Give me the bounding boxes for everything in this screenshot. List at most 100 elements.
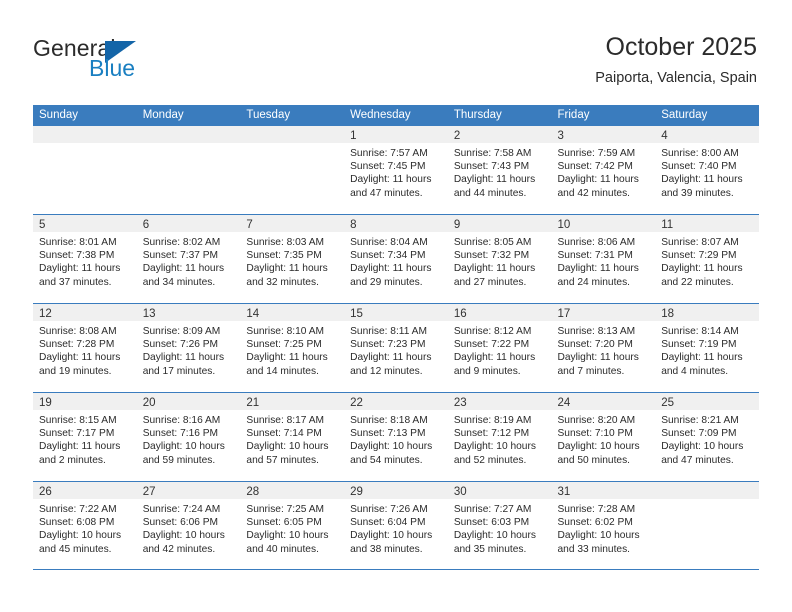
day-info: Sunrise: 8:15 AM Sunset: 7:17 PM Daylight:… (33, 410, 137, 467)
date-band: 4 (655, 126, 759, 143)
day-info: Sunrise: 8:09 AM Sunset: 7:26 PM Daylight:… (137, 321, 241, 378)
day-cell-17[interactable]: 17 Sunrise: 8:13 AM Sunset: 7:20 PM Dayligh… (551, 304, 656, 392)
daylight-text: Daylight: 11 hours and 9 minutes. (453, 352, 536, 377)
day-cell-20[interactable]: 20 Sunrise: 8:16 AM Sunset: 7:16 PM Dayligh… (136, 393, 241, 481)
date-band (655, 482, 759, 499)
date-band: 17 (551, 304, 656, 321)
day-cell-13[interactable]: 13 Sunrise: 8:09 AM Sunset: 7:26 PM Dayligh… (136, 304, 241, 392)
day-cell-15[interactable]: 15 Sunrise: 8:11 AM Sunset: 7:23 PM Dayligh… (344, 304, 448, 392)
day-info: Sunrise: 8:06 AM Sunset: 7:31 PM Daylight:… (552, 232, 656, 289)
day-cell-6[interactable]: 6 Sunrise: 8:02 AM Sunset: 7:37 PM Daylight… (136, 215, 241, 303)
sunrise-text: Sunrise: 7:28 AM (557, 504, 636, 515)
date-band: 24 (551, 393, 656, 410)
day-cell-14[interactable]: 14 Sunrise: 8:10 AM Sunset: 7:25 PM Dayligh… (240, 304, 345, 392)
day-info: Sunrise: 8:17 AM Sunset: 7:14 PM Daylight:… (240, 410, 344, 467)
date-number: 24 (557, 397, 571, 409)
daylight-text: Daylight: 10 hours and 54 minutes. (350, 441, 433, 466)
weekday-header-tuesday: Tuesday (246, 109, 291, 121)
date-band: 8 (344, 215, 448, 232)
day-cell-4[interactable]: 4 Sunrise: 8:00 AM Sunset: 7:40 PM Daylight… (655, 126, 759, 214)
day-cell-18[interactable]: 18 Sunrise: 8:14 AM Sunset: 7:19 PM Dayligh… (655, 304, 759, 392)
page-header: General Blue October 2025 Paiporta, Vale… (0, 0, 792, 105)
sunset-text: Sunset: 7:45 PM (350, 161, 426, 173)
sunset-text: Sunset: 7:12 PM (453, 428, 530, 440)
date-band: 20 (136, 393, 241, 410)
sunset-text: Sunset: 6:05 PM (246, 517, 322, 529)
day-cell-23[interactable]: 23 Sunrise: 8:19 AM Sunset: 7:12 PM Dayligh… (447, 393, 552, 481)
day-cell-1[interactable]: 1 Sunrise: 7:57 AM Sunset: 7:45 PM Daylight… (344, 126, 448, 214)
brand-logo[interactable]: General Blue (33, 36, 263, 92)
sunset-text: Sunset: 7:42 PM (557, 161, 633, 173)
sunset-text: Sunset: 7:22 PM (453, 339, 530, 351)
day-info: Sunrise: 8:12 AM Sunset: 7:22 PM Daylight:… (448, 321, 552, 378)
page-subtitle: Paiporta, Valencia, Spain (595, 70, 757, 86)
day-cell-21[interactable]: 21 Sunrise: 8:17 AM Sunset: 7:14 PM Dayligh… (240, 393, 345, 481)
day-info: Sunrise: 8:07 AM Sunset: 7:29 PM Daylight:… (655, 232, 759, 289)
calendar-week-row: 1 Sunrise: 7:57 AM Sunset: 7:45 PM Daylight… (33, 125, 759, 214)
sunset-text: Sunset: 7:34 PM (350, 250, 426, 262)
day-cell-25[interactable]: 25 Sunrise: 8:21 AM Sunset: 7:09 PM Dayligh… (655, 393, 759, 481)
day-cell-5[interactable]: 5 Sunrise: 8:01 AM Sunset: 7:38 PM Daylight… (33, 215, 137, 303)
daylight-text: Daylight: 10 hours and 47 minutes. (661, 441, 744, 466)
day-cell-31[interactable]: 31 Sunrise: 7:28 AM Sunset: 6:02 PM Dayligh… (551, 482, 656, 569)
day-cell-10[interactable]: 10 Sunrise: 8:06 AM Sunset: 7:31 PM Dayligh… (551, 215, 656, 303)
day-info: Sunrise: 7:26 AM Sunset: 6:04 PM Daylight:… (344, 499, 448, 556)
day-cell-28[interactable]: 28 Sunrise: 7:25 AM Sunset: 6:05 PM Dayligh… (240, 482, 345, 569)
day-cell-11[interactable]: 11 Sunrise: 8:07 AM Sunset: 7:29 PM Dayligh… (655, 215, 759, 303)
sunset-text: Sunset: 7:37 PM (142, 250, 219, 262)
day-cell-22[interactable]: 22 Sunrise: 8:18 AM Sunset: 7:13 PM Dayligh… (344, 393, 448, 481)
date-number: 12 (39, 308, 52, 320)
sunset-text: Sunset: 7:38 PM (39, 250, 115, 262)
sunset-text: Sunset: 7:16 PM (142, 428, 219, 440)
date-number: 25 (661, 397, 675, 409)
date-number: 28 (246, 486, 260, 498)
daylight-text: Daylight: 11 hours and 24 minutes. (557, 263, 639, 288)
sunset-text: Sunset: 7:13 PM (350, 428, 426, 440)
day-cell-19[interactable]: 19 Sunrise: 8:15 AM Sunset: 7:17 PM Dayligh… (33, 393, 137, 481)
daylight-text: Daylight: 11 hours and 37 minutes. (39, 263, 121, 288)
date-number: 1 (350, 130, 357, 142)
date-band: 15 (344, 304, 448, 321)
day-cell-2[interactable]: 2 Sunrise: 7:58 AM Sunset: 7:43 PM Daylight… (447, 126, 552, 214)
weekday-header-wednesday: Wednesday (350, 109, 411, 121)
calendar-week-row: 12 Sunrise: 8:08 AM Sunset: 7:28 PM Dayligh… (33, 303, 759, 392)
sunset-text: Sunset: 7:40 PM (661, 161, 737, 173)
sunrise-text: Sunrise: 8:16 AM (142, 415, 221, 426)
day-cell-12[interactable]: 12 Sunrise: 8:08 AM Sunset: 7:28 PM Dayligh… (33, 304, 137, 392)
day-cell-16[interactable]: 16 Sunrise: 8:12 AM Sunset: 7:22 PM Dayligh… (447, 304, 552, 392)
date-band (33, 126, 137, 143)
date-number: 18 (661, 308, 675, 320)
daylight-text: Daylight: 11 hours and 42 minutes. (557, 174, 639, 199)
day-cell-30[interactable]: 30 Sunrise: 7:27 AM Sunset: 6:03 PM Dayligh… (447, 482, 552, 569)
sunset-text: Sunset: 7:29 PM (661, 250, 737, 262)
day-cell-29[interactable]: 29 Sunrise: 7:26 AM Sunset: 6:04 PM Dayligh… (344, 482, 448, 569)
day-cell-26[interactable]: 26 Sunrise: 7:22 AM Sunset: 6:08 PM Dayligh… (33, 482, 137, 569)
day-cell-8[interactable]: 8 Sunrise: 8:04 AM Sunset: 7:34 PM Daylight… (344, 215, 448, 303)
date-band: 12 (33, 304, 137, 321)
day-info: Sunrise: 8:11 AM Sunset: 7:23 PM Daylight:… (344, 321, 448, 378)
day-info: Sunrise: 8:20 AM Sunset: 7:10 PM Daylight:… (552, 410, 656, 467)
date-band: 7 (240, 215, 345, 232)
daylight-text: Daylight: 10 hours and 52 minutes. (453, 441, 536, 466)
day-cell-7[interactable]: 7 Sunrise: 8:03 AM Sunset: 7:35 PM Daylight… (240, 215, 345, 303)
daylight-text: Daylight: 11 hours and 44 minutes. (453, 174, 536, 199)
sunset-text: Sunset: 6:03 PM (453, 517, 530, 529)
day-cell-24[interactable]: 24 Sunrise: 8:20 AM Sunset: 7:10 PM Dayligh… (551, 393, 656, 481)
date-band: 13 (136, 304, 241, 321)
day-cell-9[interactable]: 9 Sunrise: 8:05 AM Sunset: 7:32 PM Daylight… (447, 215, 552, 303)
date-number: 6 (142, 219, 150, 231)
day-cell-27[interactable]: 27 Sunrise: 7:24 AM Sunset: 6:06 PM Dayligh… (136, 482, 241, 569)
sunset-text: Sunset: 7:32 PM (453, 250, 530, 262)
date-band: 1 (344, 126, 448, 143)
date-number: 29 (350, 486, 363, 498)
day-info: Sunrise: 8:19 AM Sunset: 7:12 PM Daylight:… (448, 410, 552, 467)
day-info: Sunrise: 7:27 AM Sunset: 6:03 PM Daylight:… (448, 499, 552, 556)
sunrise-text: Sunrise: 8:07 AM (661, 237, 739, 248)
sunrise-text: Sunrise: 8:03 AM (246, 237, 324, 248)
day-info: Sunrise: 8:10 AM Sunset: 7:25 PM Daylight:… (240, 321, 344, 378)
day-cell-3[interactable]: 3 Sunrise: 7:59 AM Sunset: 7:42 PM Daylight… (551, 126, 656, 214)
date-number: 31 (557, 486, 571, 498)
day-info: Sunrise: 8:21 AM Sunset: 7:09 PM Daylight:… (655, 410, 759, 467)
date-band: 30 (447, 482, 552, 499)
weekday-header-monday: Monday (142, 109, 184, 121)
